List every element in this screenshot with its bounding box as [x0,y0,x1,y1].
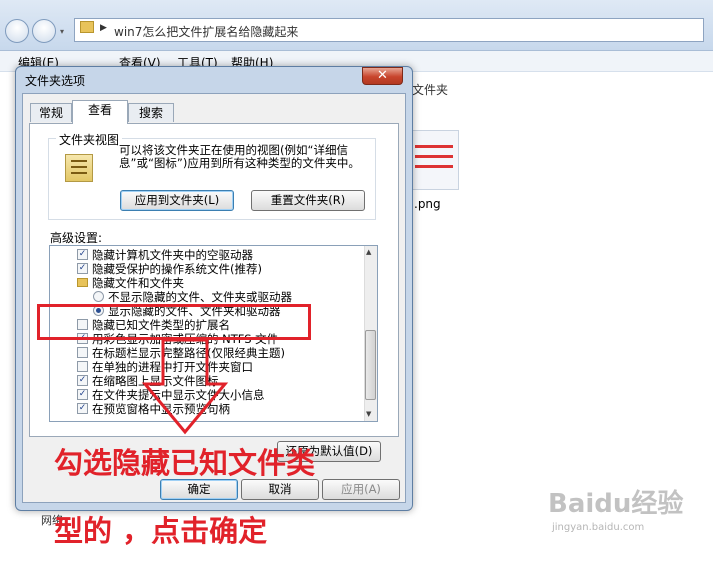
tab-view[interactable]: 查看 [72,100,128,124]
folder-icon [77,278,88,287]
folder-icon [80,21,94,33]
thumbnail-line [415,145,453,148]
setting-label: 隐藏受保护的操作系统文件(推荐) [92,262,262,276]
setting-label: 隐藏计算机文件夹中的空驱动器 [92,248,253,262]
recent-pages-icon[interactable]: ▾ [60,27,64,36]
checkbox[interactable]: ✓ [77,249,88,260]
checkbox[interactable]: ✓ [77,389,88,400]
apply-button[interactable]: 应用(A) [322,479,400,500]
checkbox[interactable]: ✓ [77,403,88,414]
setting-label: 不显示隐藏的文件、文件夹或驱动器 [108,290,292,304]
setting-label: 隐藏文件和文件夹 [92,276,184,290]
apply-to-folders-button[interactable]: 应用到文件夹(L) [120,190,234,211]
close-button[interactable]: ✕ [362,67,403,85]
checkbox[interactable] [77,347,88,358]
checkbox[interactable] [77,361,88,372]
instruction-line-2: 型的 ，点击确定 [54,514,268,548]
folder-view-icon [65,154,93,182]
baidu-jingyan-logo: Baidu经验 [548,489,684,519]
advanced-settings-label: 高级设置: [50,231,103,245]
file-thumbnail[interactable] [409,130,459,190]
tab-search[interactable]: 搜索 [128,103,174,122]
scrollbar-thumb[interactable] [365,330,376,400]
down-arrow-icon [141,338,229,435]
icon-line [71,160,87,162]
ok-button[interactable]: 确定 [160,479,238,500]
tab-general[interactable]: 常规 [30,103,72,122]
watermark-url: jingyan.baidu.com [552,522,645,533]
thumbnail-line [415,165,453,168]
cancel-button[interactable]: 取消 [241,479,319,500]
icon-line [71,172,87,174]
file-name[interactable]: .png [414,197,441,211]
thumbnail-line [415,155,453,158]
folder-view-description: 可以将该文件夹正在使用的视图(例如“详细信息”或“图标”)应用到所有这种类型的文… [119,143,360,170]
dialog-title: 文件夹选项 [25,74,86,88]
chevron-right-icon: ▶ [100,23,107,33]
radio-button[interactable] [93,291,104,302]
forward-button[interactable] [32,19,56,43]
folder-view-label: 文件夹视图 [56,131,123,148]
reset-folders-button[interactable]: 重置文件夹(R) [251,190,365,211]
highlight-box [37,304,311,340]
instruction-line-1: 勾选隐藏已知文件类 [54,446,316,480]
scroll-down-icon[interactable]: ▼ [366,410,371,418]
checkbox[interactable]: ✓ [77,263,88,274]
checkbox[interactable]: ✓ [77,375,88,386]
back-button[interactable] [5,19,29,43]
folder-hint-text: 文件夹 [412,83,449,97]
close-icon: ✕ [377,68,388,83]
address-path[interactable]: win7怎么把文件扩展名给隐藏起来 [114,23,298,40]
scroll-up-icon[interactable]: ▲ [366,248,371,256]
icon-line [71,166,87,168]
